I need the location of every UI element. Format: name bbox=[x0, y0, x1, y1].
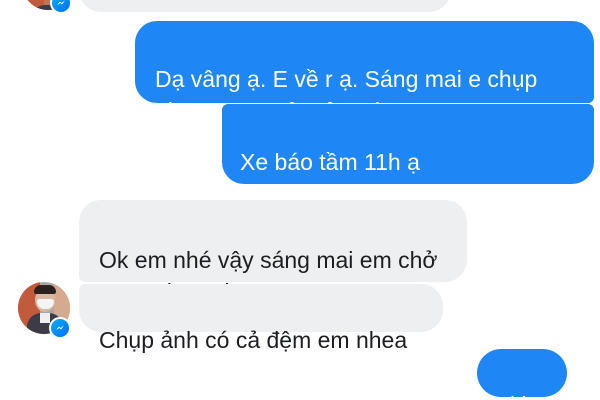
avatar-collar bbox=[40, 313, 50, 323]
avatar-hair bbox=[34, 285, 56, 294]
message-bubble-outgoing[interactable]: Xe báo tầm 11h ạ Trc khi tới xe alo trc … bbox=[222, 104, 594, 207]
message-bubble-incoming[interactable] bbox=[79, 0, 451, 12]
message-bubble-outgoing[interactable]: Oki ạ bbox=[477, 349, 567, 400]
message-bubble-outgoing[interactable]: Dạ vâng ạ. E về r ạ. Sáng mai e chụp nha… bbox=[135, 21, 594, 124]
messenger-icon bbox=[50, 0, 72, 14]
message-bubble-incoming[interactable]: Ok em nhé vậy sáng mai em chở sang cho a… bbox=[79, 200, 467, 305]
messenger-icon bbox=[49, 317, 71, 339]
message-text: Chụp ảnh có cả đệm em nhea bbox=[99, 327, 408, 353]
message-text: Oki ạ bbox=[492, 392, 546, 400]
message-bubble-incoming[interactable]: Chụp ảnh có cả đệm em nhea bbox=[79, 284, 443, 353]
chat-thread: Dạ vâng ạ. E về r ạ. Sáng mai e chụp nha… bbox=[0, 0, 600, 400]
message-text: Xe báo tầm 11h ạ Trc khi tới xe alo trc … bbox=[240, 149, 536, 207]
